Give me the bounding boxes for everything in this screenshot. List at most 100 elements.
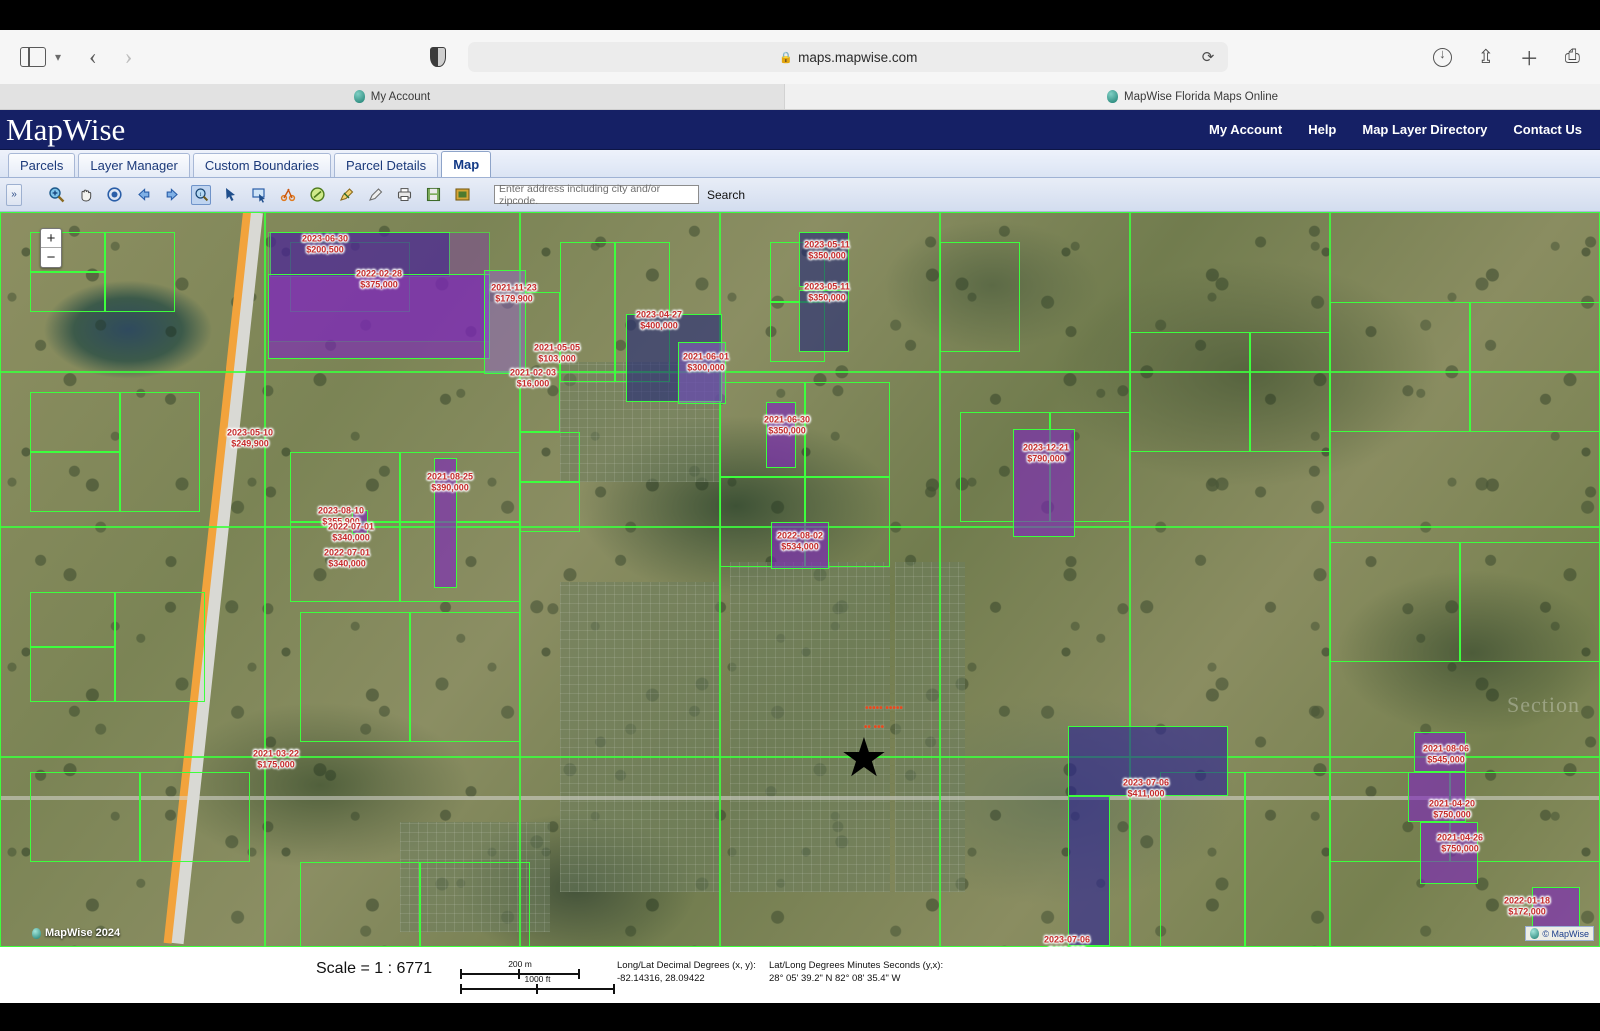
circle-draw-tool[interactable] — [307, 185, 327, 205]
parcel-boundary[interactable] — [520, 292, 560, 432]
parcel-boundary[interactable] — [520, 482, 580, 532]
nav-map-layer-directory[interactable]: Map Layer Directory — [1362, 122, 1487, 137]
sold-parcel[interactable] — [268, 274, 490, 359]
center-tool[interactable] — [104, 185, 124, 205]
sold-parcel[interactable] — [1068, 796, 1110, 946]
tab-overview-icon[interactable]: ⎙ — [1565, 46, 1580, 68]
parcel-boundary[interactable] — [30, 592, 115, 647]
tab-parcels[interactable]: Parcels — [8, 153, 75, 177]
parcel-boundary[interactable] — [1470, 302, 1600, 432]
sold-parcel[interactable] — [766, 402, 796, 468]
scale-bar-imperial: 1000 ft — [460, 974, 615, 994]
parcel-boundary[interactable] — [1330, 302, 1470, 432]
mapwise-leaf-icon — [32, 928, 41, 939]
parcel-boundary[interactable] — [290, 522, 400, 602]
parcel-boundary[interactable] — [300, 862, 420, 947]
parcel-boundary[interactable] — [940, 242, 1020, 352]
parcel-boundary[interactable] — [105, 232, 175, 312]
select-pointer-tool[interactable] — [220, 185, 240, 205]
parcel-boundary[interactable] — [115, 592, 205, 702]
edit-tool[interactable] — [365, 185, 385, 205]
sold-parcel[interactable] — [1414, 732, 1466, 772]
parcel-boundary[interactable] — [400, 452, 520, 522]
nav-my-account[interactable]: My Account — [1209, 122, 1282, 137]
export-image-tool[interactable] — [452, 185, 472, 205]
parcel-boundary[interactable] — [410, 612, 520, 742]
parcel-boundary[interactable] — [30, 772, 140, 862]
parcel-boundary[interactable] — [1330, 542, 1460, 662]
sold-parcel[interactable] — [1408, 772, 1466, 822]
decimal-degrees-value: -82.14316, 28.09422 — [617, 972, 756, 985]
window-top-bar — [0, 0, 1600, 30]
print-tool[interactable] — [394, 185, 414, 205]
browser-tab-my-account[interactable]: My Account — [0, 84, 785, 109]
select-box-tool[interactable] — [249, 185, 269, 205]
parcel-boundary[interactable] — [1460, 542, 1600, 662]
zoom-in-button[interactable]: + — [41, 229, 61, 248]
map-canvas[interactable]: 2023-06-30$200,5002022-02-28$375,0002021… — [0, 212, 1600, 947]
search-input[interactable]: Enter address including city and/or zipc… — [494, 185, 699, 204]
sold-parcel[interactable] — [799, 290, 849, 352]
sold-parcel[interactable] — [678, 342, 726, 404]
parcel-boundary[interactable] — [120, 392, 200, 512]
parcel-boundary[interactable] — [1160, 772, 1245, 947]
toolbar-expander-button[interactable]: » — [6, 184, 22, 206]
zoom-out-button[interactable]: − — [41, 248, 61, 267]
privacy-shield-icon[interactable] — [430, 47, 446, 67]
reload-icon[interactable]: ⟳ — [1202, 48, 1215, 66]
parcel-boundary[interactable] — [1130, 332, 1250, 452]
map-viewport[interactable]: 2023-06-30$200,5002022-02-28$375,0002021… — [0, 212, 1600, 947]
pan-tool[interactable] — [75, 185, 95, 205]
identify-tool[interactable]: i — [191, 185, 211, 205]
sold-parcel[interactable] — [352, 510, 368, 534]
parcel-boundary[interactable] — [300, 612, 410, 742]
tab-parcel-details[interactable]: Parcel Details — [334, 153, 438, 177]
tab-layer-manager[interactable]: Layer Manager — [78, 153, 189, 177]
browser-tab-mapwise[interactable]: MapWise Florida Maps Online — [785, 84, 1600, 109]
sold-parcel[interactable] — [484, 270, 526, 374]
nav-contact-us[interactable]: Contact Us — [1513, 122, 1582, 137]
previous-extent-tool[interactable] — [133, 185, 153, 205]
parcel-boundary[interactable] — [30, 392, 120, 452]
parcel-boundary[interactable] — [400, 522, 520, 602]
sidebar-toggle-icon[interactable] — [20, 47, 46, 67]
download-icon[interactable] — [1433, 48, 1452, 67]
tab-map[interactable]: Map — [441, 151, 491, 177]
tab-custom-boundaries[interactable]: Custom Boundaries — [193, 153, 331, 177]
chevron-down-icon[interactable]: ▾ — [55, 50, 61, 64]
share-icon[interactable]: ⇫ — [1478, 46, 1494, 69]
browser-tab-label: MapWise Florida Maps Online — [1124, 91, 1278, 103]
save-tool[interactable] — [423, 185, 443, 205]
nav-help[interactable]: Help — [1308, 122, 1336, 137]
map-toolbar: » i — [0, 178, 1600, 212]
parcel-boundary[interactable] — [30, 272, 105, 312]
sold-parcel[interactable] — [799, 232, 849, 287]
parcel-boundary[interactable] — [140, 772, 250, 862]
zoom-in-tool[interactable] — [46, 185, 66, 205]
parcel-boundary[interactable] — [30, 452, 120, 512]
search-button[interactable]: Search — [707, 188, 745, 202]
sold-parcel[interactable] — [1420, 822, 1478, 884]
new-tab-icon[interactable]: ＋ — [1520, 44, 1539, 71]
measure-tool[interactable] — [278, 185, 298, 205]
back-arrow-icon[interactable]: ‹ — [89, 44, 97, 70]
parcel-boundary[interactable] — [1245, 772, 1330, 947]
next-extent-tool[interactable] — [162, 185, 182, 205]
map-zoom-controls[interactable]: + − — [40, 228, 62, 268]
forward-arrow-icon[interactable]: › — [125, 44, 133, 70]
parcel-boundary[interactable] — [420, 862, 530, 947]
parcel-boundary[interactable] — [290, 452, 400, 522]
sold-parcel[interactable] — [1068, 726, 1228, 796]
sold-parcel[interactable] — [1013, 429, 1075, 537]
address-bar[interactable]: 🔒 maps.mapwise.com ⟳ — [468, 42, 1228, 72]
parcel-boundary[interactable] — [1250, 332, 1330, 452]
parcel-boundary[interactable] — [520, 432, 580, 482]
parcel-boundary[interactable] — [805, 382, 890, 477]
sold-parcel[interactable] — [771, 522, 829, 569]
draw-tool[interactable] — [336, 185, 356, 205]
subject-label-line1: ••••• ••••• — [865, 703, 903, 715]
parcel-boundary[interactable] — [30, 647, 115, 702]
sold-parcel[interactable] — [1532, 887, 1580, 927]
sold-parcel[interactable] — [434, 458, 457, 588]
parcel-boundary[interactable] — [560, 242, 615, 382]
